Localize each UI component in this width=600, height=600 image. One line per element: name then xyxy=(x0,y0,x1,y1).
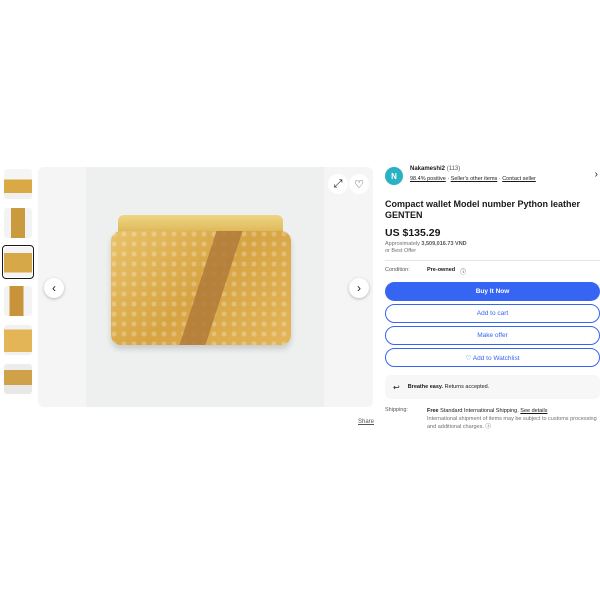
make-offer-button[interactable]: Make offer xyxy=(385,326,600,345)
seller-name[interactable]: Nakameshi2 (113) xyxy=(410,166,460,172)
shipping-method: Standard International Shipping. xyxy=(438,408,519,414)
positive-feedback-link[interactable]: 98.4% positive xyxy=(410,176,446,182)
see-details-link[interactable]: See details xyxy=(520,408,547,414)
shipping-value: Free Standard International Shipping. Se… xyxy=(427,407,597,431)
main-product-image[interactable]: ‹ › ⤢ ♡ xyxy=(38,167,373,407)
listing-title: Compact wallet Model number Python leath… xyxy=(385,199,581,220)
heart-icon: ♡ xyxy=(354,178,364,191)
best-offer-text: or Best Offer xyxy=(385,248,417,254)
info-icon[interactable]: ⓘ xyxy=(460,267,466,276)
expand-icon: ⤢ xyxy=(333,177,343,190)
thumbnail-strip xyxy=(2,167,36,407)
chevron-right-icon[interactable]: › xyxy=(595,169,598,180)
seller-card[interactable]: N Nakameshi2 (113) 98.4% positive · Sell… xyxy=(385,165,600,189)
approx-prefix: Approximately xyxy=(385,241,420,247)
price: US $135.29 xyxy=(385,227,441,239)
notice-text: Returns accepted. xyxy=(443,384,490,390)
add-to-watchlist-button[interactable]: ♡ Add to Watchlist xyxy=(385,348,600,367)
approx-value: 3,509,016.73 VND xyxy=(421,241,467,247)
thumbnail[interactable] xyxy=(2,284,34,318)
returns-notice: ↩ Breathe easy. Returns accepted. xyxy=(385,375,600,399)
condition-value: Pre-owned xyxy=(427,267,456,273)
favorite-button[interactable]: ♡ xyxy=(349,174,369,194)
seller-links: 98.4% positive · Seller's other items · … xyxy=(410,176,536,182)
shipping-label: Shipping: xyxy=(385,407,408,413)
thumbnail[interactable] xyxy=(2,206,34,240)
thumbnail[interactable] xyxy=(2,167,34,201)
shipping-free: Free xyxy=(427,408,439,414)
share-link[interactable]: Share xyxy=(358,419,374,425)
thumbnail[interactable] xyxy=(2,323,34,357)
contact-seller-link[interactable]: Contact seller xyxy=(502,176,536,182)
seller-other-items-link[interactable]: Seller's other items xyxy=(451,176,498,182)
approx-price: Approximately 3,509,016.73 VND xyxy=(385,241,600,247)
next-image-button[interactable]: › xyxy=(349,278,369,298)
notice-bold: Breathe easy. xyxy=(407,384,444,390)
chevron-right-icon: › xyxy=(357,281,361,295)
shipping-row: Shipping: Free Standard International Sh… xyxy=(385,407,600,431)
info-icon[interactable]: ⓘ xyxy=(485,424,491,430)
listing-panel: N Nakameshi2 (113) 98.4% positive · Sell… xyxy=(385,165,600,431)
thumbnail-selected[interactable] xyxy=(2,245,34,279)
feedback-count: (113) xyxy=(446,166,461,172)
buy-now-button[interactable]: Buy It Now xyxy=(385,282,600,301)
thumbnail[interactable] xyxy=(2,362,34,396)
condition-row: Condition: Pre-owned ⓘ xyxy=(385,267,600,276)
expand-image-button[interactable]: ⤢ xyxy=(328,174,348,194)
previous-image-button[interactable]: ‹ xyxy=(44,278,64,298)
avatar: N xyxy=(385,167,403,185)
condition-label: Condition: xyxy=(385,267,410,273)
shipping-note: International shipment of items may be s… xyxy=(427,416,597,430)
seller-name-text: Nakameshi2 xyxy=(410,166,446,172)
chevron-left-icon: ‹ xyxy=(52,281,56,295)
divider xyxy=(385,260,600,261)
separator: · xyxy=(447,176,450,182)
return-arrow-icon: ↩ xyxy=(393,382,400,392)
separator: · xyxy=(498,176,501,182)
add-to-cart-button[interactable]: Add to cart xyxy=(385,304,600,323)
